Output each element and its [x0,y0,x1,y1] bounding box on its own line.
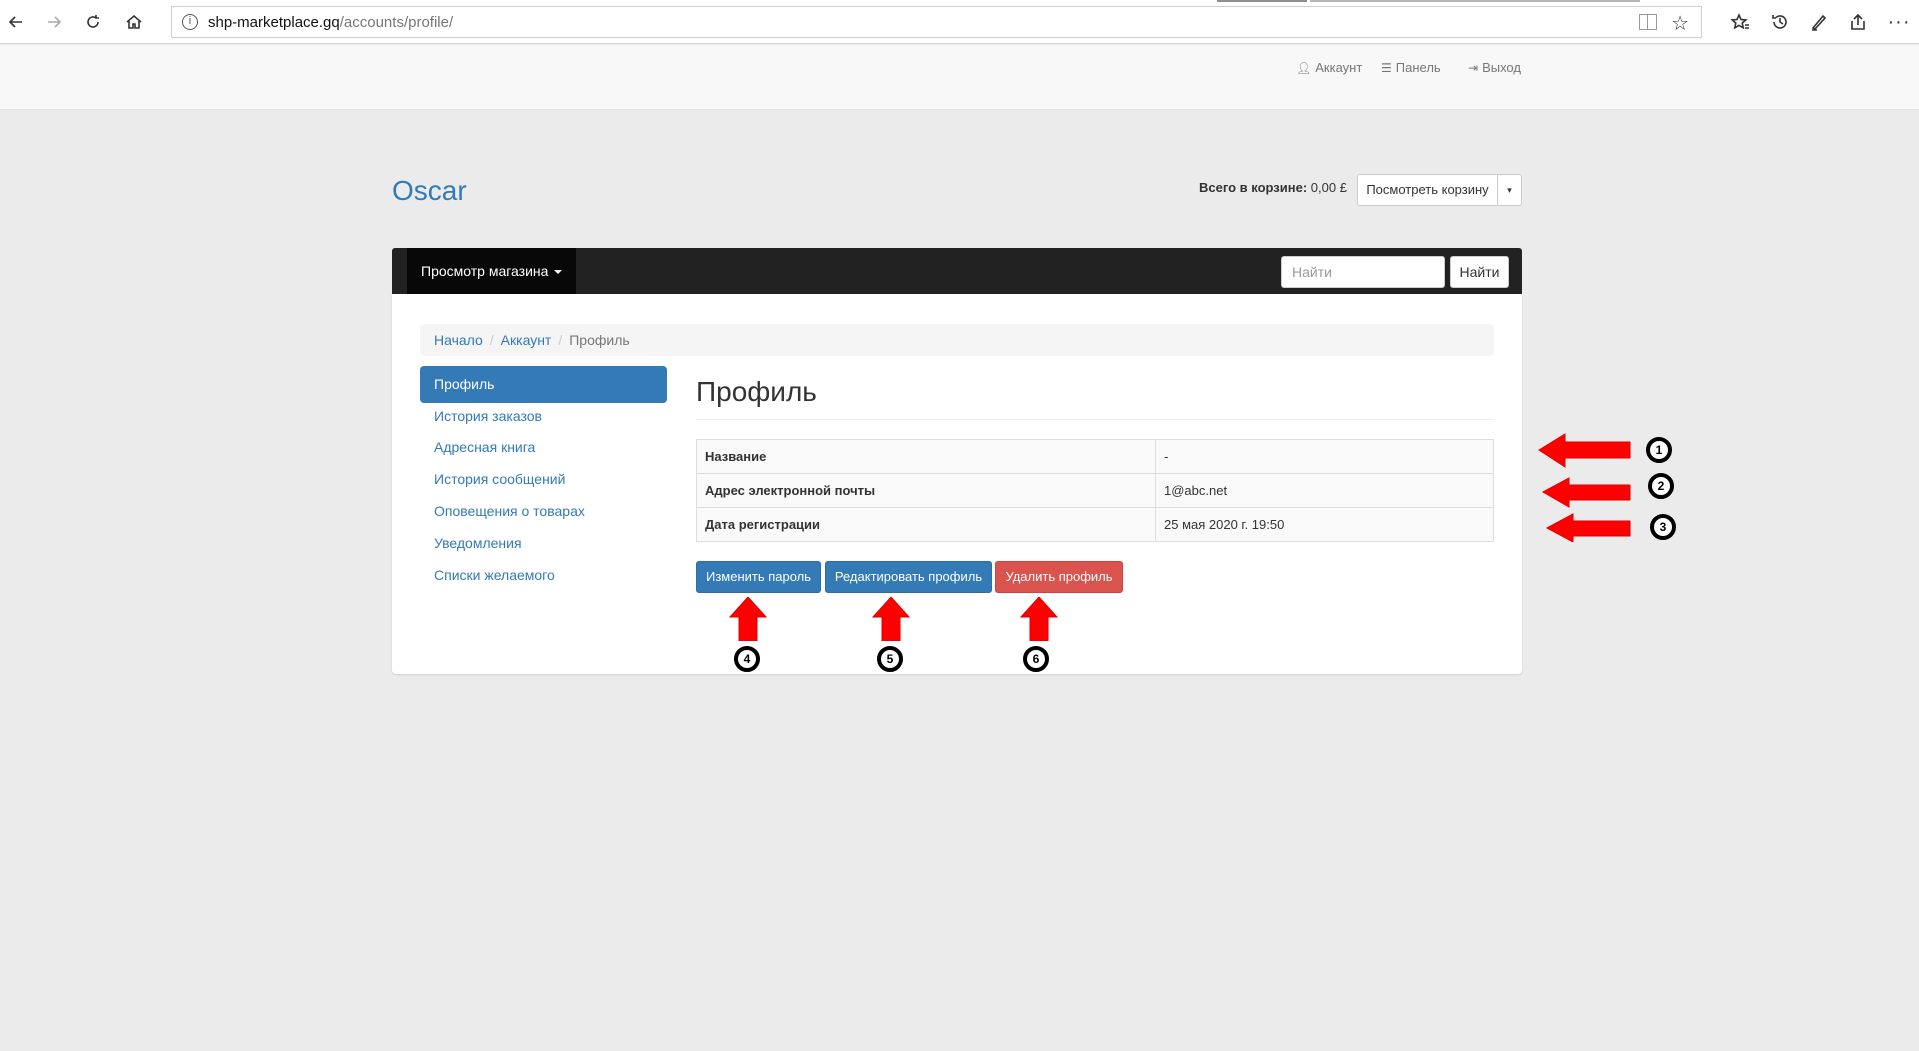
profile-email-value: 1@abc.net [1155,473,1494,508]
favorite-star-icon[interactable]: ☆ [1671,11,1689,36]
profile-email-label: Адрес электронной почты [696,473,1156,508]
search-input[interactable] [1281,256,1445,288]
table-row: Адрес электронной почты 1@abc.net [696,473,1494,508]
profile-date-value: 25 мая 2020 г. 19:50 [1155,507,1494,542]
browse-store-label: Просмотр магазина [421,263,549,279]
page-title: Профиль [696,376,817,407]
tab-indicator [1217,0,1307,2]
edit-profile-button[interactable]: Редактировать профиль [825,561,992,593]
annotation-arrows-left [1538,433,1631,542]
browser-toolbar: i shp-marketplace.gq/accounts/profile/ ☆… [0,0,1919,44]
user-icon: 👤︎ [1296,60,1312,75]
basket-dropdown-toggle[interactable]: ▾ [1497,174,1522,206]
basket-total-label: Всего в корзине: [1199,180,1308,195]
refresh-icon[interactable] [81,10,105,34]
pen-icon[interactable] [1807,10,1831,34]
dashboard-link[interactable]: ☰ Панель [1381,60,1441,75]
title-divider [696,419,1494,420]
history-icon[interactable] [1768,10,1792,34]
annotation-badge-6: 6 [1023,646,1049,672]
breadcrumb-current: Профиль [569,332,630,348]
tab-indicator [1310,0,1640,2]
annotation-arrows-up [728,597,1059,641]
breadcrumb-separator: / [489,332,494,348]
account-link[interactable]: 👤︎ Аккаунт [1296,60,1362,75]
logout-link-label: Выход [1482,60,1521,75]
profile-name-label: Название [696,439,1156,474]
address-bar[interactable]: i shp-marketplace.gq/accounts/profile/ ☆ [171,6,1702,38]
profile-name-value: - [1155,439,1494,474]
basket-total: Всего в корзине: 0,00 £ [1199,180,1347,195]
annotation-badge-1: 1 [1646,437,1672,463]
breadcrumb-home[interactable]: Начало [434,332,483,348]
main-navbar: Просмотр магазина Найти [392,248,1522,294]
up-arrow-icon [871,597,911,641]
left-arrow-icon [1538,433,1631,468]
user-navigation-bar: 👤︎ Аккаунт ☰ Панель ⇥ Выход [0,45,1919,110]
basket-total-value: 0,00 £ [1310,180,1347,195]
change-password-button[interactable]: Изменить пароль [696,561,821,593]
annotation-badge-3: 3 [1650,514,1676,540]
search-button[interactable]: Найти [1450,256,1509,288]
view-basket-button[interactable]: Посмотреть корзину [1357,174,1498,206]
logout-icon: ⇥ [1468,60,1479,75]
url-host: shp-marketplace.gq [208,14,340,31]
delete-profile-button[interactable]: Удалить профиль [995,561,1123,593]
annotation-badge-5: 5 [877,646,903,672]
list-icon: ☰ [1381,60,1392,75]
breadcrumb-account[interactable]: Аккаунт [501,332,552,348]
profile-table: Название - Адрес электронной почты 1@abc… [696,439,1494,542]
sidebar-item-wishlists[interactable]: Списки желаемого [420,557,667,594]
annotation-badge-2: 2 [1648,473,1674,499]
logout-link[interactable]: ⇥ Выход [1468,60,1521,75]
table-row: Название - [696,439,1494,474]
account-link-label: Аккаунт [1315,60,1363,75]
share-icon[interactable] [1846,10,1870,34]
reading-view-icon[interactable] [1639,14,1657,30]
back-icon[interactable] [4,10,28,34]
url-path: /accounts/profile/ [339,14,454,31]
caret-down-icon: ▾ [1507,185,1512,195]
up-arrow-icon [728,597,768,641]
up-arrow-icon [1019,597,1059,641]
annotation-badge-4: 4 [734,646,760,672]
left-arrow-icon [1541,477,1631,508]
more-icon[interactable]: ··· [1887,10,1911,34]
caret-down-icon [554,270,563,275]
breadcrumb-separator: / [558,332,563,348]
dashboard-link-label: Панель [1395,60,1441,75]
forward-icon[interactable] [42,10,66,34]
favorites-icon[interactable] [1728,10,1752,34]
browse-store-dropdown[interactable]: Просмотр магазина [407,248,577,294]
breadcrumb: Начало / Аккаунт / Профиль [420,324,1494,356]
profile-date-label: Дата регистрации [696,507,1156,542]
home-icon[interactable] [122,10,146,34]
left-arrow-icon [1545,513,1631,542]
brand-logo-link[interactable]: Oscar [392,175,467,207]
table-row: Дата регистрации 25 мая 2020 г. 19:50 [696,507,1494,542]
site-info-icon[interactable]: i [182,14,198,30]
url-text[interactable]: shp-marketplace.gq/accounts/profile/ [208,14,453,31]
